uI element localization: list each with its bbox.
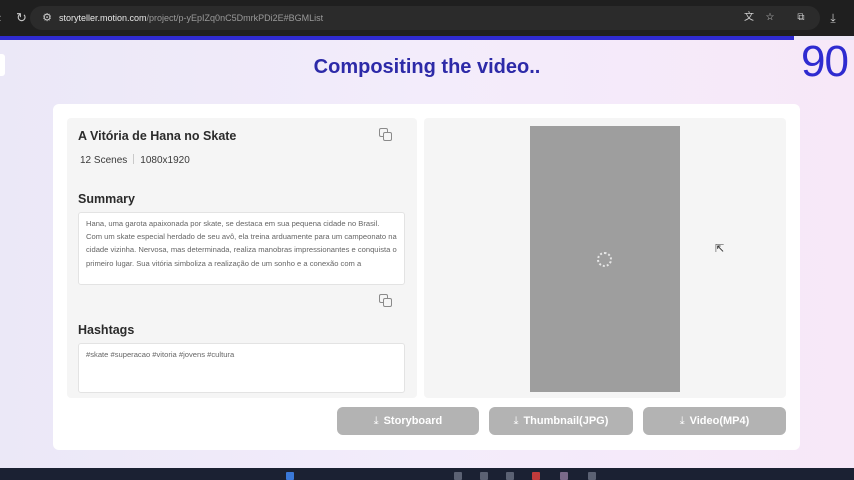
url-text[interactable]: storyteller.motion.com/project/p-yEpIZq0… <box>59 11 323 25</box>
back-arrow-icon[interactable]: ‹ <box>0 10 1 26</box>
summary-heading: Summary <box>78 192 135 206</box>
project-title: A Vitória de Hana no Skate <box>78 129 237 143</box>
project-meta: 12 Scenes 1080x1920 <box>80 154 190 168</box>
bookmark-star-icon[interactable]: ☆ <box>763 11 777 25</box>
download-icon: ⤓ <box>679 415 685 427</box>
video-preview-panel: ⇱ <box>424 118 786 398</box>
video-button-label: Video(MP4) <box>689 415 750 427</box>
thumbnail-button-label: Thumbnail(JPG) <box>523 415 609 427</box>
taskbar-app-icon[interactable] <box>588 472 596 480</box>
storyboard-button-label: Storyboard <box>383 415 443 427</box>
download-icon: ⤓ <box>373 415 379 427</box>
translate-icon[interactable]: 文 <box>742 11 756 25</box>
result-card: A Vitória de Hana no Skate 12 Scenes 1080… <box>53 104 800 450</box>
progress-counter: 90 <box>801 37 849 86</box>
site-settings-icon[interactable]: ⚙ <box>40 11 54 25</box>
start-icon[interactable] <box>286 472 294 480</box>
download-icon: ⤓ <box>513 415 519 427</box>
copy-title-icon[interactable] <box>379 128 393 142</box>
taskbar-app-icon[interactable] <box>532 472 540 480</box>
browser-toolbar: ‹ ↻ ⚙ storyteller.motion.com/project/p-y… <box>0 0 854 36</box>
loading-spinner-icon <box>597 252 612 267</box>
video-placeholder <box>530 126 680 392</box>
hashtags-textbox[interactable]: #skate #superacao #vitoria #jovens #cult… <box>78 343 405 393</box>
project-info-panel: A Vitória de Hana no Skate 12 Scenes 1080… <box>67 118 417 398</box>
mouse-cursor-icon: ⇱ <box>715 243 725 255</box>
video-download-button[interactable]: ⤓ Video(MP4) <box>643 407 786 435</box>
taskbar-app-icon[interactable] <box>560 472 568 480</box>
page-title: Compositing the video.. <box>313 56 541 78</box>
copy-summary-icon[interactable] <box>379 294 393 308</box>
scene-count: 12 Scenes <box>80 155 128 166</box>
thumbnail-download-button[interactable]: ⤓ Thumbnail(JPG) <box>489 407 633 435</box>
download-icon[interactable]: ⤓ <box>826 10 840 26</box>
extensions-icon[interactable]: ⧉ <box>794 11 808 25</box>
url-path: /project/p-yEpIZq0nC5DmrkPDi2E#BGMList <box>146 13 324 23</box>
hashtags-heading: Hashtags <box>78 323 135 337</box>
taskbar-app-icon[interactable] <box>480 472 488 480</box>
reload-icon[interactable]: ↻ <box>16 10 27 26</box>
hashtags-text: #skate #superacao #vitoria #jovens #cult… <box>86 350 235 359</box>
address-bar[interactable]: ⚙ storyteller.motion.com/project/p-yEpIZ… <box>30 6 820 30</box>
os-taskbar <box>0 468 854 480</box>
meta-divider <box>133 154 135 164</box>
url-host: storyteller.motion.com <box>59 13 147 23</box>
taskbar-app-icon[interactable] <box>454 472 462 480</box>
summary-textbox[interactable]: Hana, uma garota apaixonada por skate, s… <box>78 212 405 285</box>
taskbar-app-icon[interactable] <box>506 472 514 480</box>
storyboard-download-button[interactable]: ⤓ Storyboard <box>337 407 479 435</box>
resolution: 1080x1920 <box>140 155 190 166</box>
summary-text: Hana, uma garota apaixonada por skate, s… <box>86 219 397 268</box>
page: Compositing the video.. 90 A Vitória de … <box>0 37 854 468</box>
